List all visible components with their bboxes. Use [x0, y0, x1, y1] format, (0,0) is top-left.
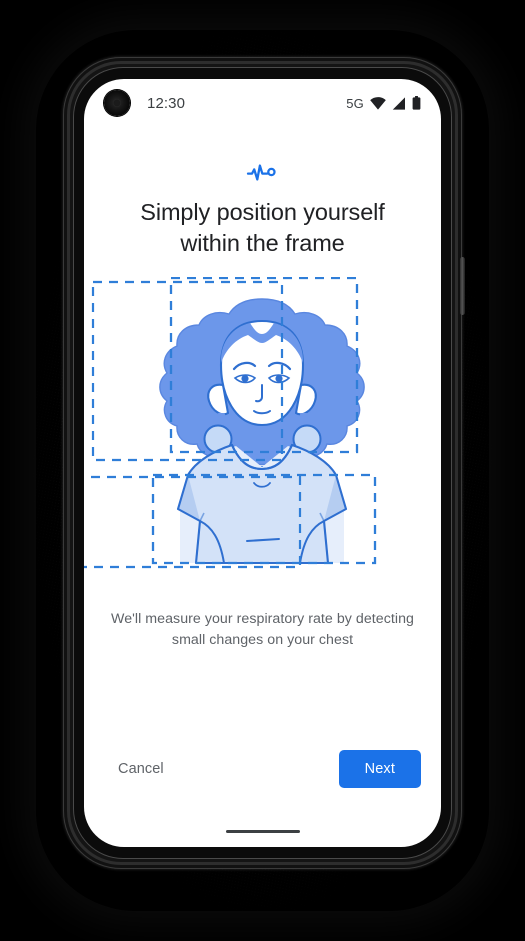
alignment-frames-overlay: [151, 277, 377, 565]
screen-content: Simply position yourself within the fram…: [84, 127, 441, 847]
illustration-container: [84, 277, 441, 597]
screenshot-stage: 12:30 5G Simply position yourself within…: [0, 0, 525, 941]
gesture-home-bar[interactable]: [225, 830, 300, 833]
cancel-button[interactable]: Cancel: [106, 751, 176, 787]
status-bar: 12:30 5G: [84, 79, 441, 127]
phone-screen: 12:30 5G Simply position yourself within…: [84, 79, 441, 847]
chest-alignment-frame: [151, 473, 377, 565]
power-button[interactable]: [460, 257, 465, 315]
action-bar: Cancel Next: [84, 747, 441, 791]
cellular-signal-icon: [392, 96, 405, 110]
front-camera-punch-hole-icon: [104, 90, 130, 116]
phone-device-frame: 12:30 5G Simply position yourself within…: [63, 57, 465, 869]
wifi-icon: [370, 96, 386, 110]
description-text: We'll measure your respiratory rate by d…: [111, 611, 414, 648]
vitals-pulse-icon: [246, 164, 276, 181]
page-title: Simply position yourself within the fram…: [140, 199, 385, 256]
status-bar-indicators: 5G: [346, 96, 421, 111]
battery-icon: [412, 96, 421, 110]
status-bar-network-label: 5G: [346, 95, 364, 111]
status-bar-time: 12:30: [147, 94, 186, 112]
next-button[interactable]: Next: [338, 750, 421, 788]
face-alignment-frame: [169, 277, 359, 454]
